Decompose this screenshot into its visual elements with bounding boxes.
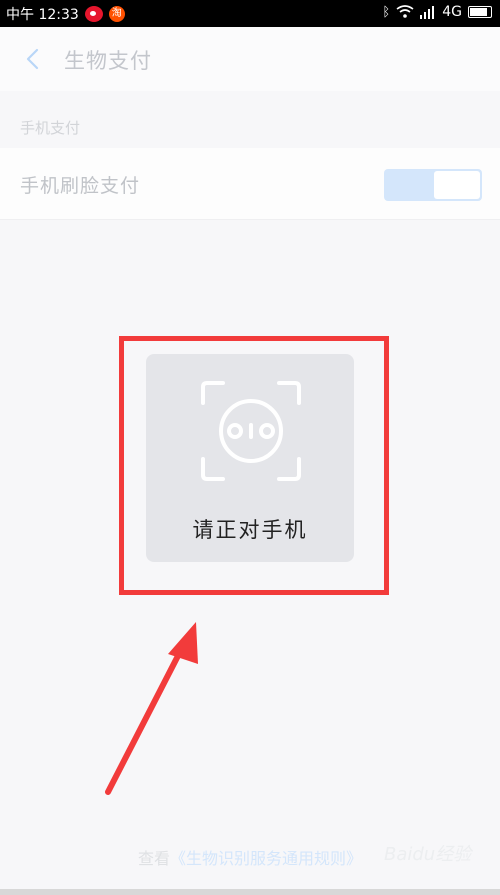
network-type: 4G (442, 4, 462, 20)
weibo-icon (84, 6, 103, 22)
wifi-icon (396, 5, 414, 18)
bottom-bar (0, 889, 500, 895)
setting-label: 手机刷脸支付 (20, 175, 141, 197)
setting-row-face-pay: 手机刷脸支付 (0, 148, 500, 220)
status-bar: 中午 12:33 淘 ᛒ 4G (0, 0, 500, 27)
bluetooth-icon: ᛒ (382, 4, 391, 20)
face-scan-dialog: 请正对手机 (146, 354, 354, 562)
status-left: 中午 12:33 淘 (6, 4, 125, 24)
section-label: 手机支付 (20, 119, 81, 137)
page-title: 生物支付 (64, 49, 152, 73)
battery-icon (468, 6, 492, 18)
rules-link[interactable]: 《生物识别服务通用规则》 (170, 849, 362, 868)
signal-icon (420, 5, 435, 19)
watermark: Baidu经验 (384, 844, 472, 865)
footer-prefix: 查看 (137, 849, 170, 868)
nav-bar: 生物支付 (0, 27, 500, 91)
face-pay-toggle[interactable] (384, 169, 482, 201)
face-prompt: 请正对手机 (192, 518, 308, 542)
taobao-icon: 淘 (108, 6, 125, 22)
status-time: 中午 12:33 (6, 7, 79, 23)
face-scan-icon (201, 381, 301, 481)
arrow-annotation (105, 622, 198, 795)
chevron-left-icon[interactable] (20, 45, 48, 73)
status-right: ᛒ 4G (382, 4, 492, 20)
toggle-knob (434, 171, 480, 199)
